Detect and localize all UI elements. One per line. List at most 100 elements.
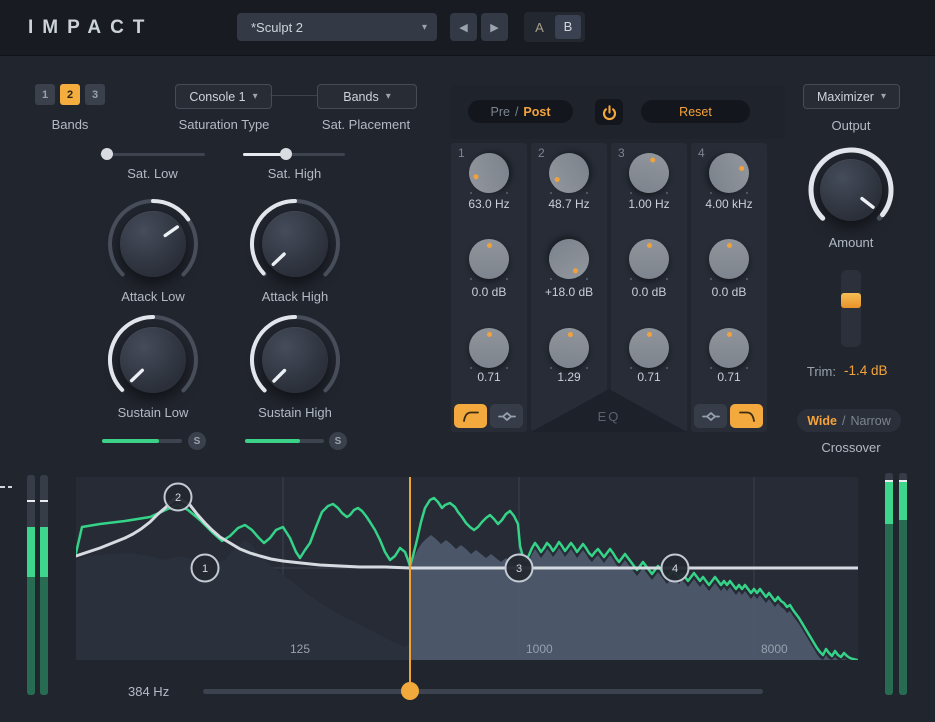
attack-high-label: Attack High (225, 289, 365, 304)
output-mode-dropdown[interactable]: Maximizer ▾ (803, 84, 900, 109)
preset-next-button[interactable]: ▶ (481, 13, 508, 41)
band-number: 4 (698, 146, 705, 160)
chevron-down-icon: ▾ (881, 91, 886, 102)
crossover-cursor-line (409, 477, 411, 687)
sat-low-label: Sat. Low (105, 166, 200, 181)
svg-text:3: 3 (516, 563, 522, 575)
attack-low-label: Attack Low (83, 289, 223, 304)
attack-high-knob[interactable] (247, 196, 343, 292)
trim-slider[interactable] (841, 270, 861, 347)
spectrum-display[interactable]: 123412510008000 (76, 477, 858, 660)
eq-q-value: 0.71 (691, 370, 767, 384)
eq-q-knob[interactable] (709, 328, 749, 368)
solo-low-button[interactable]: S (188, 432, 206, 450)
eq-gain-knob[interactable] (549, 239, 589, 279)
output-meter-left-channel (885, 473, 893, 695)
eq-node-2[interactable]: 2 (165, 484, 192, 511)
trim-value: -1.4 dB (844, 363, 904, 378)
eq-freq-knob[interactable] (709, 153, 749, 193)
eq-q-value: 1.29 (531, 370, 607, 384)
impact-plugin-window: IMPACT *Sculpt 2 ▾ ◀ ▶ A B 123 Bands Con… (0, 0, 935, 722)
eq-node-3[interactable]: 3 (506, 555, 533, 582)
band-number: 2 (538, 146, 545, 160)
power-icon (601, 104, 618, 121)
eq-q-knob[interactable] (549, 328, 589, 368)
svg-text:4: 4 (672, 563, 678, 575)
knob-indicator-dot (487, 332, 492, 337)
band-3-button[interactable]: 3 (85, 84, 105, 105)
post-spectrum-fill (410, 535, 857, 660)
knob-indicator-dot (473, 174, 479, 180)
sustain-high-knob[interactable] (247, 312, 343, 408)
sat-placement-label: Sat. Placement (296, 117, 436, 132)
frequency-gridline-label: 125 (290, 642, 310, 656)
ab-b-button[interactable]: B (555, 15, 581, 39)
knob-indicator-dot (727, 332, 732, 337)
top-bar: IMPACT *Sculpt 2 ▾ ◀ ▶ A B (0, 0, 935, 56)
knob-indicator-dot (567, 332, 572, 337)
band-2-button[interactable]: 2 (60, 84, 80, 105)
preset-prev-button[interactable]: ◀ (450, 13, 477, 41)
eq-freq-value: 63.0 Hz (451, 197, 527, 211)
output-meter-right-channel (899, 473, 907, 695)
wide-label: Wide (807, 414, 837, 428)
eq-band-2-column: 2 48.7 Hz +18.0 dB 1.29 (531, 143, 607, 432)
preset-selector[interactable]: *Sculpt 2 ▾ (237, 13, 437, 41)
stereo-divider: / (842, 414, 845, 428)
wide-narrow-toggle[interactable]: Wide / Narrow (797, 409, 901, 432)
eq-q-knob[interactable] (469, 328, 509, 368)
lowpass-filter-button[interactable] (730, 404, 763, 428)
eq-band-columns: 1 63.0 Hz 0.0 dB 0.71 2 48.7 Hz +18.0 dB 1.29 31… (451, 143, 767, 432)
eq-gain-knob[interactable] (469, 239, 509, 279)
band-number: 1 (458, 146, 465, 160)
bell-filter-button[interactable] (490, 404, 523, 428)
highpass-icon (461, 408, 481, 424)
crossover-frequency-slider[interactable] (203, 689, 763, 694)
eq-power-button[interactable] (595, 99, 623, 125)
eq-node-4[interactable]: 4 (662, 555, 689, 582)
eq-freq-value: 48.7 Hz (531, 197, 607, 211)
sat-placement-dropdown[interactable]: Bands ▾ (317, 84, 417, 109)
chevron-down-icon: ▾ (386, 91, 391, 102)
sat-low-slider[interactable] (100, 153, 205, 156)
eq-freq-knob[interactable] (549, 153, 589, 193)
band-1-button[interactable]: 1 (35, 84, 55, 105)
low-band-filter-buttons (454, 404, 523, 428)
knob-indicator-dot (649, 157, 655, 163)
eq-freq-knob[interactable] (629, 153, 669, 193)
eq-q-knob[interactable] (629, 328, 669, 368)
knob-indicator-dot (647, 332, 652, 337)
solo-high-button[interactable]: S (329, 432, 347, 450)
sat-placement-value: Bands (343, 90, 378, 104)
eq-gain-value: 0.0 dB (611, 285, 687, 299)
eq-node-1[interactable]: 1 (192, 555, 219, 582)
sustain-low-knob[interactable] (105, 312, 201, 408)
eq-gain-value: +18.0 dB (531, 285, 607, 299)
eq-freq-value: 4.00 kHz (691, 197, 767, 211)
chevron-down-icon: ▾ (253, 91, 258, 102)
post-label: Post (523, 105, 550, 119)
narrow-label: Narrow (850, 414, 890, 428)
reset-button[interactable]: Reset (641, 100, 750, 123)
bell-icon (701, 408, 721, 424)
bell-filter-button[interactable] (694, 404, 727, 428)
crossover-label: Crossover (801, 440, 901, 455)
lowpass-icon (737, 408, 757, 424)
crossover-frequency-slider-thumb[interactable] (401, 682, 419, 700)
eq-gain-knob[interactable] (629, 239, 669, 279)
highpass-filter-button[interactable] (454, 404, 487, 428)
pre-post-toggle[interactable]: Pre / Post (468, 100, 573, 123)
knob-indicator-dot (554, 177, 561, 184)
eq-gain-knob[interactable] (709, 239, 749, 279)
knob-indicator-dot (727, 243, 732, 248)
eq-band-3-column: 31.00 Hz0.0 dB0.71 (611, 143, 687, 432)
sat-low-slider-thumb[interactable] (101, 148, 113, 160)
ab-a-button[interactable]: A (524, 20, 555, 35)
saturation-type-dropdown[interactable]: Console 1 ▾ (175, 84, 272, 109)
output-amount-knob[interactable] (803, 142, 899, 238)
band-count-buttons: 123 (35, 84, 110, 105)
eq-freq-knob[interactable] (469, 153, 509, 193)
sat-high-slider-thumb[interactable] (280, 148, 292, 160)
attack-low-knob[interactable] (105, 196, 201, 292)
trim-slider-handle[interactable] (841, 293, 861, 308)
